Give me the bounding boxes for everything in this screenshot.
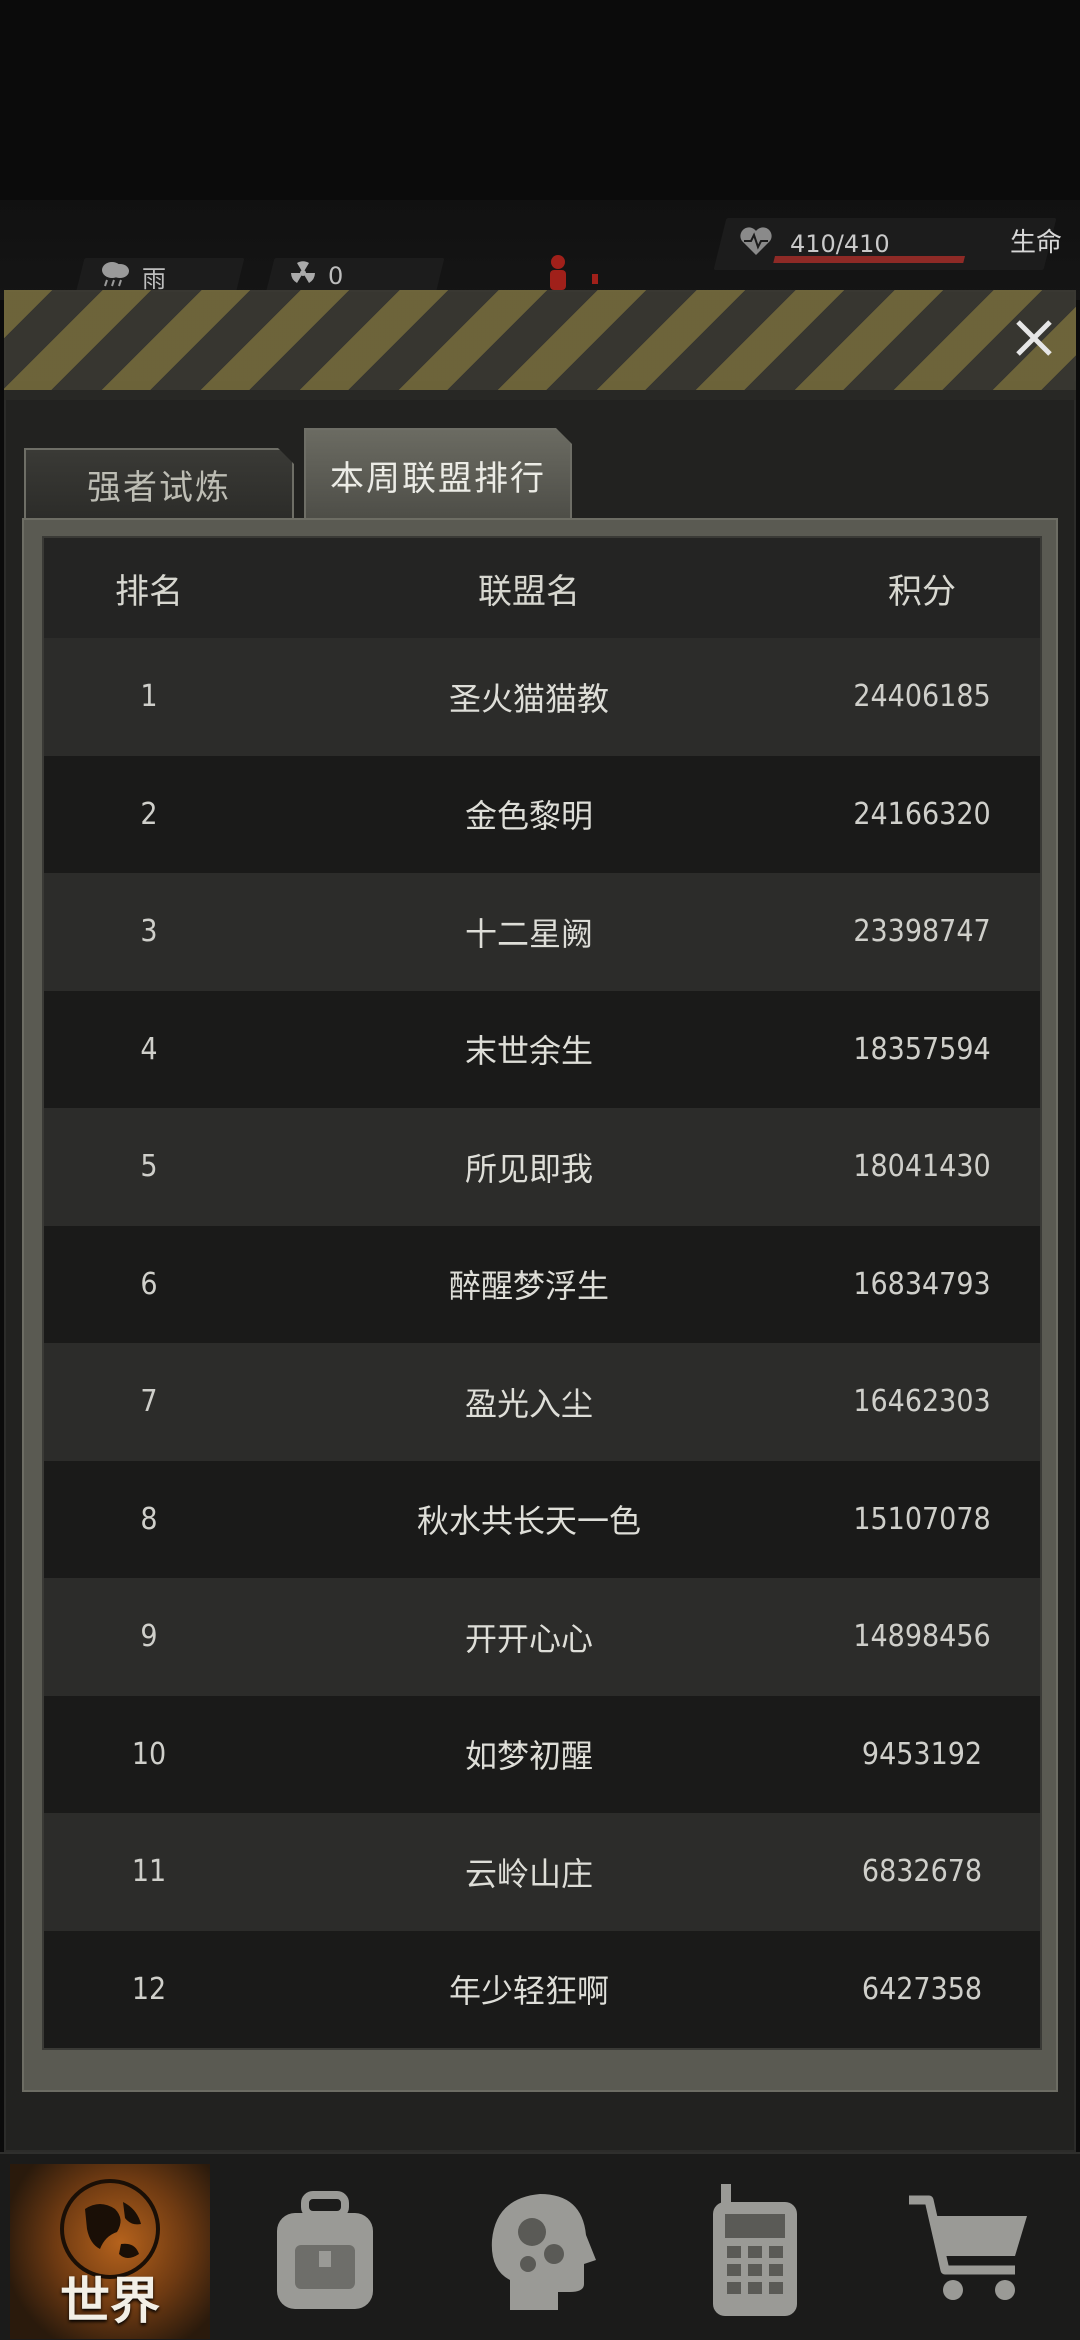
radiation-indicator: 0 xyxy=(265,258,445,294)
nav-skills[interactable] xyxy=(440,2164,640,2339)
row-score: 16462303 xyxy=(853,1384,991,1420)
table-row[interactable]: 9 开开心心 14898456 xyxy=(44,1578,1040,1696)
health-text: 410/410 xyxy=(790,230,890,258)
row-alliance-name: 所见即我 xyxy=(464,1149,593,1188)
row-score: 15107078 xyxy=(853,1501,991,1537)
header-rank: 排名 xyxy=(115,571,183,612)
ranking-panel: 排名 联盟名 积分 1 圣火猫猫教 24406185 2 金色黎明 24166320 3… xyxy=(22,518,1058,2092)
row-rank: 8 xyxy=(140,1501,158,1537)
row-score: 18357594 xyxy=(853,1031,991,1067)
row-alliance-name: 秋水共长天一色 xyxy=(416,1502,641,1541)
weather-label: 雨 xyxy=(142,264,166,293)
tab-strongest-trial[interactable]: 强者试炼 xyxy=(24,448,294,518)
row-rank: 9 xyxy=(140,1619,158,1655)
health-indicator: 410/410 xyxy=(713,218,1057,270)
row-score: 14898456 xyxy=(853,1619,991,1655)
row-alliance-name: 金色黎明 xyxy=(464,797,593,836)
row-alliance-name: 十二星阙 xyxy=(464,914,593,953)
row-rank: 7 xyxy=(140,1384,158,1420)
header-alliance-name: 联盟名 xyxy=(478,571,580,612)
nav-world[interactable]: 世界 xyxy=(10,2164,210,2339)
row-alliance-name: 开开心心 xyxy=(464,1619,593,1658)
table-row[interactable]: 2 金色黎明 24166320 xyxy=(44,755,1040,873)
row-score: 6832678 xyxy=(861,1854,983,1890)
life-label: 生命 xyxy=(1010,228,1063,258)
game-screen: 雨 0 410/410 生命 强者试炼 本周联盟排行 排名 联盟名 积分 1 圣… xyxy=(0,0,1080,2340)
row-rank: 4 xyxy=(140,1031,158,1067)
hazard-stripe-header xyxy=(4,290,1076,400)
row-rank: 11 xyxy=(131,1854,167,1890)
row-rank: 10 xyxy=(131,1736,167,1772)
row-score: 9453192 xyxy=(861,1736,983,1772)
nav-device[interactable] xyxy=(655,2164,855,2339)
row-score: 6427358 xyxy=(861,1971,983,2007)
row-alliance-name: 盈光入尘 xyxy=(464,1384,593,1423)
table-rows: 1 圣火猫猫教 24406185 2 金色黎明 24166320 3 十二星阙 233987… xyxy=(44,638,1040,2048)
table-row[interactable]: 4 末世余生 18357594 xyxy=(44,990,1040,1108)
backpack-icon xyxy=(265,2185,385,2319)
row-rank: 1 xyxy=(140,679,158,715)
table-row[interactable]: 7 盈光入尘 16462303 xyxy=(44,1343,1040,1461)
table-row[interactable]: 10 如梦初醒 9453192 xyxy=(44,1695,1040,1813)
row-score: 16834793 xyxy=(853,1266,991,1302)
radiation-icon xyxy=(288,258,318,294)
row-score: 18041430 xyxy=(853,1149,991,1185)
row-score: 23398747 xyxy=(853,914,991,950)
table-header: 排名 联盟名 积分 xyxy=(44,538,1040,638)
nav-backpack[interactable] xyxy=(225,2164,425,2339)
row-rank: 6 xyxy=(140,1266,158,1302)
row-rank: 3 xyxy=(140,914,158,950)
tab-weekly-alliance-ranking[interactable]: 本周联盟排行 xyxy=(304,428,572,520)
row-score: 24406185 xyxy=(853,679,991,715)
bottom-nav: 世界 xyxy=(0,2152,1080,2340)
health-bar xyxy=(773,256,966,263)
row-alliance-name: 云岭山庄 xyxy=(464,1854,593,1893)
close-icon xyxy=(1016,320,1052,356)
table-row[interactable]: 8 秋水共长天一色 15107078 xyxy=(44,1460,1040,1578)
row-rank: 5 xyxy=(140,1149,158,1185)
row-rank: 2 xyxy=(140,796,158,832)
radiation-value: 0 xyxy=(328,262,344,290)
table-row[interactable]: 3 十二星阙 23398747 xyxy=(44,873,1040,991)
nav-world-label: 世界 xyxy=(60,2272,160,2330)
row-alliance-name: 如梦初醒 xyxy=(464,1737,593,1776)
brain-head-icon xyxy=(480,2180,600,2324)
radio-device-icon xyxy=(705,2180,805,2324)
row-rank: 12 xyxy=(131,1971,167,2007)
nav-shop[interactable] xyxy=(870,2164,1070,2339)
row-alliance-name: 圣火猫猫教 xyxy=(448,679,609,718)
ranking-table[interactable]: 排名 联盟名 积分 1 圣火猫猫教 24406185 2 金色黎明 24166320 3… xyxy=(42,536,1042,2050)
row-score: 24166320 xyxy=(853,796,991,832)
weather-indicator: 雨 xyxy=(75,258,245,294)
close-button[interactable] xyxy=(1006,310,1062,366)
row-alliance-name: 年少轻狂啊 xyxy=(448,1972,609,2011)
table-row[interactable]: 6 醉醒梦浮生 16834793 xyxy=(44,1225,1040,1343)
table-row[interactable]: 12 年少轻狂啊 6427358 xyxy=(44,1930,1040,2048)
row-alliance-name: 醉醒梦浮生 xyxy=(448,1267,609,1306)
table-row[interactable]: 5 所见即我 18041430 xyxy=(44,1108,1040,1226)
table-row[interactable]: 11 云岭山庄 6832678 xyxy=(44,1813,1040,1931)
heart-pulse-icon xyxy=(738,225,774,263)
ranking-modal: 强者试炼 本周联盟排行 排名 联盟名 积分 1 圣火猫猫教 24406185 2 金色… xyxy=(4,290,1076,2152)
row-alliance-name: 末世余生 xyxy=(464,1032,593,1071)
rain-cloud-icon xyxy=(98,258,132,294)
header-score: 积分 xyxy=(888,571,956,612)
table-row[interactable]: 1 圣火猫猫教 24406185 xyxy=(44,638,1040,756)
shopping-cart-icon xyxy=(905,2190,1035,2314)
